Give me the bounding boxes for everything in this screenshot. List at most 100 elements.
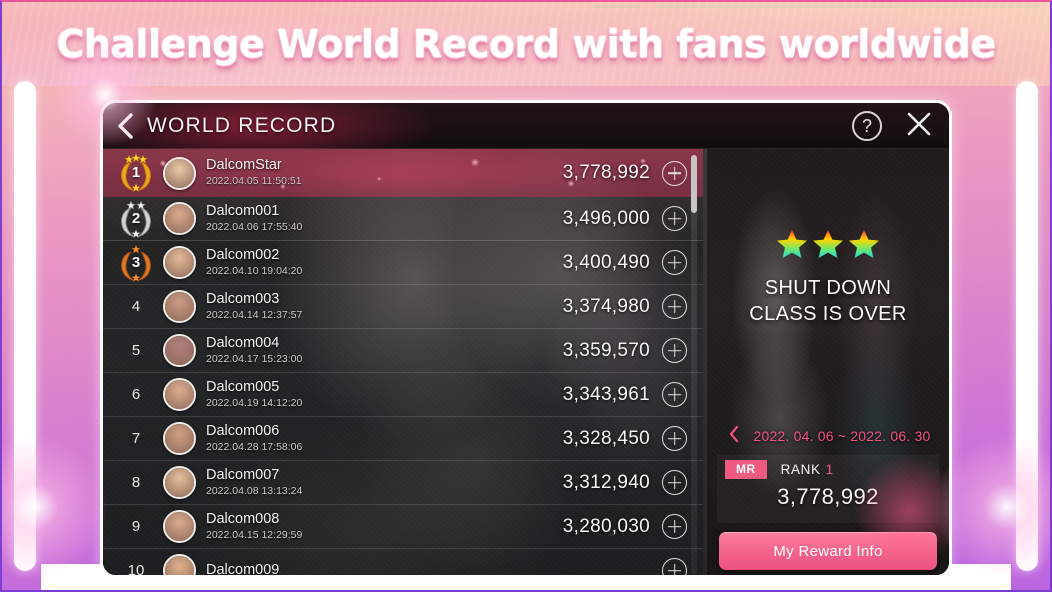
leaderboard-pane: 1 DalcomStar 2022.04.05 11:50:51 3,778,992 … (103, 149, 703, 578)
player-name: Dalcom003 (206, 290, 280, 307)
avatar (163, 156, 196, 190)
table-row[interactable]: 6 Dalcom005 2022.04.19 14:12:20 3,343,961 (103, 373, 703, 417)
rank-label: RANK (780, 461, 821, 477)
plus-circle-icon[interactable] (662, 426, 687, 451)
record-timestamp: 2022.04.10 19:04:20 (206, 264, 303, 277)
my-record-score: 3,778,992 (777, 484, 879, 509)
plus-circle-icon[interactable] (662, 206, 687, 231)
star-icon (775, 227, 809, 261)
plus-circle-icon[interactable] (662, 470, 687, 495)
rank-number: 8 (131, 474, 141, 491)
previous-period-button[interactable] (725, 425, 743, 447)
table-row[interactable]: 3 Dalcom002 2022.04.10 19:04:20 3,400,490 (103, 241, 703, 285)
score-value: 3,400,490 (562, 251, 650, 273)
record-timestamp: 2022.04.08 13:13:24 (206, 484, 303, 497)
close-button[interactable] (903, 110, 935, 142)
app-root: Challenge World Record with fans worldwi… (0, 0, 1052, 592)
table-row[interactable]: 10 Dalcom009 (103, 549, 703, 578)
leaderboard-scrollbar-thumb[interactable] (691, 155, 697, 213)
dialog-body: 1 DalcomStar 2022.04.05 11:50:51 3,778,992 … (103, 149, 949, 578)
rank-number: 3 (131, 253, 141, 271)
plus-circle-icon[interactable] (662, 250, 687, 275)
player-info: Dalcom006 2022.04.28 17:58:06 (206, 423, 563, 454)
player-name: Dalcom009 (206, 562, 280, 578)
left-white-panel (14, 81, 36, 571)
promo-banner: Challenge World Record with fans worldwi… (0, 0, 1052, 86)
player-name: Dalcom004 (206, 334, 280, 351)
leaderboard-scrollbar[interactable] (691, 155, 697, 575)
avatar (163, 246, 196, 279)
world-record-dialog: WORLD RECORD ? 1 DalcomStar 2022.04.05 1… (100, 100, 952, 578)
player-name: Dalcom007 (206, 466, 280, 483)
avatar (163, 466, 196, 499)
rank-number: 6 (131, 386, 141, 403)
star-icon (847, 227, 881, 261)
plus-circle-icon[interactable] (662, 514, 687, 539)
help-button[interactable]: ? (851, 110, 883, 142)
record-timestamp: 2022.04.15 12:29:59 (206, 528, 303, 541)
player-info: Dalcom002 2022.04.10 19:04:20 (206, 247, 563, 278)
player-info: Dalcom005 2022.04.19 14:12:20 (206, 379, 563, 410)
avatar (163, 202, 196, 235)
chevron-left-icon (728, 425, 740, 448)
song-record-pane: SHUT DOWN CLASS IS OVER 2022. 04. 06 ~ 2… (707, 149, 949, 575)
record-timestamp: 2022.04.14 12:37:57 (206, 308, 303, 321)
record-timestamp: 2022.04.19 14:12:20 (206, 396, 303, 409)
table-row[interactable]: 9 Dalcom008 2022.04.15 12:29:59 3,280,030 (103, 505, 703, 549)
score-value: 3,359,570 (562, 339, 650, 361)
record-timestamp: 2022.04.17 15:23:00 (206, 352, 303, 365)
score-value: 3,374,980 (562, 295, 650, 317)
plus-circle-icon[interactable] (662, 558, 687, 575)
avatar (163, 334, 196, 367)
score-value: 3,778,992 (562, 162, 650, 183)
plus-circle-icon[interactable] (662, 160, 687, 186)
score-value: 3,343,961 (562, 383, 650, 405)
player-info: Dalcom003 2022.04.14 12:37:57 (206, 291, 563, 322)
record-timestamp: 2022.04.05 11:50:51 (206, 175, 302, 188)
table-row[interactable]: 7 Dalcom006 2022.04.28 17:58:06 3,328,450 (103, 417, 703, 461)
rank-number: 9 (131, 518, 141, 535)
score-value: 3,312,940 (562, 471, 650, 493)
question-mark-icon: ? (852, 111, 882, 141)
my-reward-info-button[interactable]: My Reward Info (719, 532, 937, 570)
player-name: Dalcom006 (206, 422, 280, 439)
rank-number: 1 (131, 164, 141, 181)
avatar (163, 378, 196, 411)
my-record-box: MR RANK 1 3,778,992 (717, 455, 939, 523)
table-row[interactable]: 5 Dalcom004 2022.04.17 15:23:00 3,359,570 (103, 329, 703, 373)
player-info: Dalcom008 2022.04.15 12:29:59 (206, 511, 563, 542)
score-value: 3,496,000 (562, 207, 650, 229)
right-white-panel (1016, 81, 1038, 571)
rank-number: 7 (131, 430, 141, 447)
table-row[interactable]: 8 Dalcom007 2022.04.08 13:13:24 3,312,940 (103, 461, 703, 505)
back-button[interactable] (103, 103, 147, 149)
banner-headline: Challenge World Record with fans worldwi… (56, 22, 996, 66)
table-row[interactable]: 1 DalcomStar 2022.04.05 11:50:51 3,778,992 (103, 149, 703, 197)
dialog-header: WORLD RECORD ? (103, 103, 949, 149)
mr-mode-badge: MR (725, 460, 767, 479)
silver-medal-icon: 2 (114, 199, 158, 239)
table-row[interactable]: 4 Dalcom003 2022.04.14 12:37:57 3,374,980 (103, 285, 703, 329)
table-row[interactable]: 2 Dalcom001 2022.04.06 17:55:40 3,496,000 (103, 197, 703, 241)
rank-number: 4 (131, 298, 141, 315)
record-timestamp: 2022.04.28 17:58:06 (206, 440, 303, 453)
plus-circle-icon[interactable] (662, 338, 687, 363)
my-record-header: MR RANK 1 (717, 455, 939, 479)
player-name: Dalcom002 (206, 246, 280, 263)
song-title-line2: CLASS IS OVER (749, 302, 907, 325)
plus-circle-icon[interactable] (662, 382, 687, 407)
star-icon (811, 227, 845, 261)
period-range: 2022. 04. 06 ~ 2022. 06. 30 (753, 428, 931, 444)
rank-cell: 7 (109, 430, 163, 447)
header-actions: ? (851, 103, 935, 149)
plus-circle-icon[interactable] (662, 294, 687, 319)
player-info: DalcomStar 2022.04.05 11:50:51 (206, 157, 563, 188)
rank-value: 1 (825, 461, 834, 477)
gold-medal-icon: 1 (114, 153, 158, 193)
avatar (163, 554, 196, 575)
player-name: Dalcom008 (206, 510, 280, 527)
avatar (163, 290, 196, 323)
song-record-content: SHUT DOWN CLASS IS OVER 2022. 04. 06 ~ 2… (707, 149, 949, 575)
avatar (163, 510, 196, 543)
player-name: Dalcom001 (206, 202, 280, 219)
